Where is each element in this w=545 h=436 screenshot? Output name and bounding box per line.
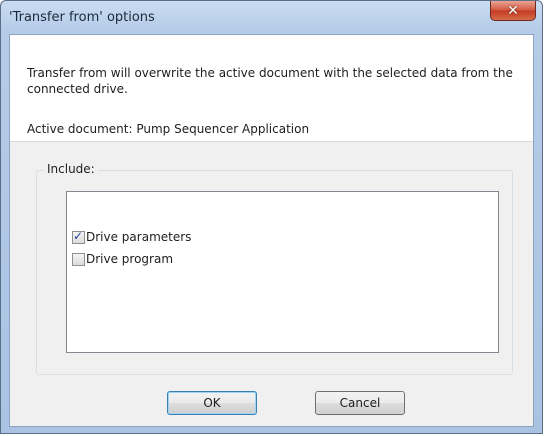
drive-program-label: Drive program (86, 252, 174, 266)
include-listbox[interactable]: Drive parameters Drive program (66, 191, 499, 353)
description-text: Transfer from will overwrite the active … (27, 66, 513, 96)
cancel-button[interactable]: Cancel (315, 391, 405, 415)
drive-parameters-checkbox[interactable] (72, 229, 85, 244)
dialog-client-area: Transfer from will overwrite the active … (9, 34, 534, 427)
close-button[interactable]: ✕ (490, 1, 536, 21)
dialog-window: 'Transfer from' options ✕ Transfer from … (0, 0, 543, 434)
list-item-drive-program[interactable]: Drive program (72, 250, 173, 268)
drive-program-checkbox[interactable] (72, 252, 85, 266)
ok-button[interactable]: OK (167, 391, 257, 415)
window-title: 'Transfer from' options (9, 10, 155, 25)
close-icon: ✕ (507, 2, 519, 19)
include-group-label: Include: (44, 162, 98, 176)
drive-parameters-label: Drive parameters (86, 230, 192, 244)
active-document-text: Active document: Pump Sequencer Applicat… (27, 122, 310, 136)
list-item-drive-parameters[interactable]: Drive parameters (72, 228, 191, 246)
title-bar[interactable]: 'Transfer from' options ✕ (1, 1, 542, 35)
